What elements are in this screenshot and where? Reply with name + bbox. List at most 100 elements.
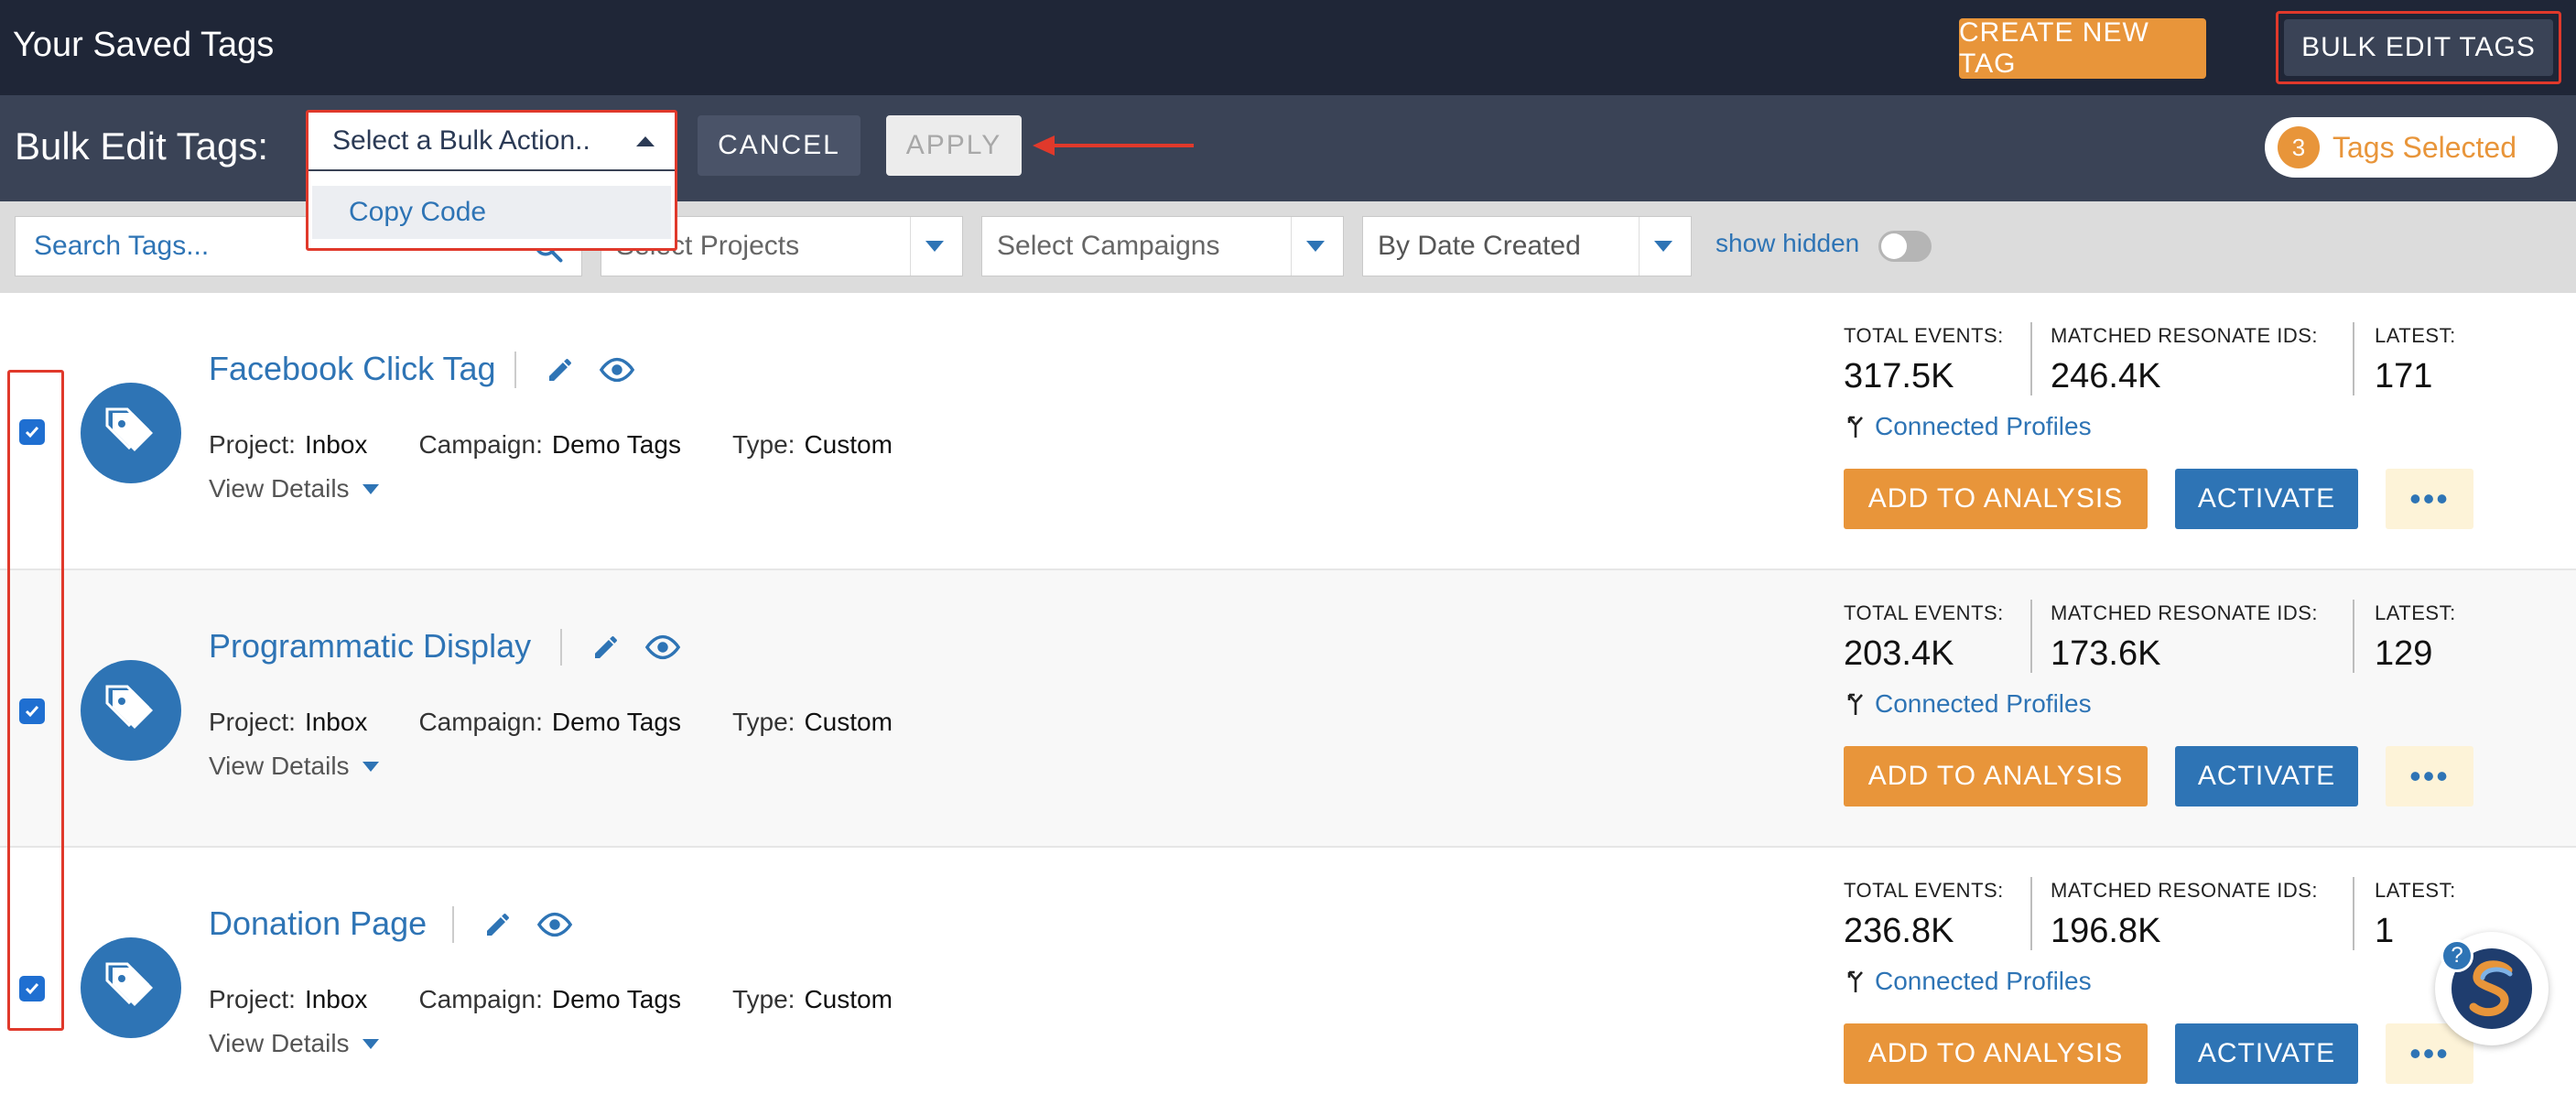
matched-ids-label: MATCHED RESONATE IDS: — [2051, 601, 2319, 624]
tag-meta: Project: Inbox Campaign: Demo Tags Type:… — [209, 708, 944, 737]
campaign-label: Campaign: — [418, 985, 543, 1013]
campaign-value: Demo Tags — [551, 985, 681, 1013]
matched-ids-value: 196.8K — [2051, 912, 2161, 950]
create-new-tag-button[interactable]: CREATE NEW TAG — [1959, 17, 2206, 79]
caret-up-icon — [636, 136, 655, 146]
connected-profiles-link[interactable]: Connected Profiles — [1845, 412, 2092, 441]
tag-avatar — [81, 937, 181, 1038]
connected-profiles-link[interactable]: Connected Profiles — [1845, 967, 2092, 996]
chevron-down-icon — [362, 483, 379, 494]
tag-avatar — [81, 383, 181, 483]
eye-icon[interactable] — [536, 906, 573, 943]
bulk-action-select[interactable]: Select a Bulk Action.. — [308, 113, 675, 171]
merge-icon — [1847, 693, 1863, 715]
eye-icon[interactable] — [644, 629, 681, 666]
campaign-value: Demo Tags — [551, 708, 681, 736]
more-options-button[interactable]: ••• — [2386, 469, 2473, 529]
page-title: Your Saved Tags — [13, 26, 275, 64]
campaigns-select-value: Select Campaigns — [997, 231, 1220, 261]
project-value: Inbox — [304, 985, 368, 1013]
apply-button[interactable]: APPLY — [886, 115, 1022, 176]
connected-profiles-label: Connected Profiles — [1875, 689, 2092, 718]
bulk-edit-label: Bulk Edit Tags: — [15, 124, 269, 168]
matched-ids-value: 246.4K — [2051, 357, 2161, 395]
add-to-analysis-button[interactable]: ADD TO ANALYSIS — [1844, 469, 2148, 529]
latest-value: 1 — [2375, 912, 2395, 950]
connected-profiles-label: Connected Profiles — [1875, 967, 2092, 995]
total-events-label: TOTAL EVENTS: — [1844, 601, 2004, 624]
tag-meta: Project: Inbox Campaign: Demo Tags Type:… — [209, 430, 944, 460]
tags-icon — [105, 407, 153, 451]
sort-select-value: By Date Created — [1378, 231, 1581, 261]
edit-icon[interactable] — [588, 629, 624, 666]
sort-select[interactable]: By Date Created — [1362, 216, 1692, 276]
view-details-label: View Details — [209, 1029, 350, 1057]
add-to-analysis-button[interactable]: ADD TO ANALYSIS — [1844, 746, 2148, 806]
tag-name-actions — [514, 352, 655, 388]
type-value: Custom — [804, 985, 893, 1013]
campaign-label: Campaign: — [418, 708, 543, 736]
tag-avatar — [81, 660, 181, 761]
view-details-label: View Details — [209, 752, 350, 780]
latest-label: LATEST: — [2375, 879, 2456, 902]
campaigns-select[interactable]: Select Campaigns — [981, 216, 1344, 276]
matched-ids-label: MATCHED RESONATE IDS: — [2051, 324, 2319, 347]
bulk-edit-tags-button[interactable]: BULK EDIT TAGS — [2284, 19, 2553, 76]
edit-icon[interactable] — [542, 352, 579, 388]
show-hidden-label: show hidden — [1716, 229, 1860, 257]
more-options-button[interactable]: ••• — [2386, 746, 2473, 806]
view-details-label: View Details — [209, 474, 350, 503]
project-label: Project: — [209, 985, 296, 1013]
view-details-toggle[interactable]: View Details — [209, 474, 379, 503]
activate-button[interactable]: ACTIVATE — [2175, 1023, 2358, 1084]
activate-button[interactable]: ACTIVATE — [2175, 746, 2358, 806]
show-hidden-toggle[interactable] — [1878, 231, 1932, 262]
chevron-down-icon — [1306, 241, 1325, 252]
latest-label: LATEST: — [2375, 601, 2456, 624]
total-events-label: TOTAL EVENTS: — [1844, 879, 2004, 902]
tags-selected-badge: 3 Tags Selected — [2265, 117, 2558, 178]
connected-profiles-link[interactable]: Connected Profiles — [1845, 689, 2092, 719]
eye-icon[interactable] — [599, 352, 635, 388]
chevron-down-icon — [362, 761, 379, 772]
project-label: Project: — [209, 430, 296, 459]
campaign-value: Demo Tags — [551, 430, 681, 459]
type-label: Type: — [731, 985, 796, 1013]
add-to-analysis-button[interactable]: ADD TO ANALYSIS — [1844, 1023, 2148, 1084]
checkbox-highlight — [7, 370, 64, 1031]
tag-name[interactable]: Programmatic Display — [209, 627, 531, 666]
bulk-action-option-copy-code[interactable]: Copy Code — [312, 186, 671, 239]
tag-meta: Project: Inbox Campaign: Demo Tags Type:… — [209, 985, 944, 1014]
total-events-value: 203.4K — [1844, 634, 1954, 673]
annotation-arrow-head — [1033, 135, 1055, 156]
tag-name[interactable]: Facebook Click Tag — [209, 350, 496, 388]
tag-name[interactable]: Donation Page — [209, 904, 427, 943]
connected-profiles-label: Connected Profiles — [1875, 412, 2092, 440]
chevron-down-icon — [1654, 241, 1672, 252]
tags-icon — [105, 962, 153, 1006]
tag-row: Donation Page Project: Inbox Campaign: D… — [0, 848, 2576, 1115]
latest-value: 129 — [2375, 634, 2433, 673]
campaign-label: Campaign: — [418, 430, 543, 459]
type-label: Type: — [731, 708, 796, 736]
tag-name-actions — [452, 906, 593, 943]
annotation-arrow — [1053, 144, 1194, 147]
latest-value: 171 — [2375, 357, 2433, 395]
type-value: Custom — [804, 708, 893, 736]
type-value: Custom — [804, 430, 893, 459]
view-details-toggle[interactable]: View Details — [209, 752, 379, 781]
bulk-action-dropdown: Select a Bulk Action.. Copy Code — [306, 110, 677, 251]
merge-icon — [1847, 970, 1863, 992]
view-details-toggle[interactable]: View Details — [209, 1029, 379, 1058]
project-value: Inbox — [304, 708, 368, 736]
cancel-button[interactable]: CANCEL — [698, 115, 860, 176]
chevron-down-icon — [925, 241, 944, 252]
activate-button[interactable]: ACTIVATE — [2175, 469, 2358, 529]
total-events-value: 236.8K — [1844, 912, 1954, 950]
tag-name-actions — [560, 629, 701, 666]
question-icon[interactable]: ? — [2441, 939, 2473, 972]
matched-ids-label: MATCHED RESONATE IDS: — [2051, 879, 2319, 902]
edit-icon[interactable] — [480, 906, 516, 943]
bulk-edit-highlight: BULK EDIT TAGS — [2276, 11, 2561, 84]
latest-label: LATEST: — [2375, 324, 2456, 347]
